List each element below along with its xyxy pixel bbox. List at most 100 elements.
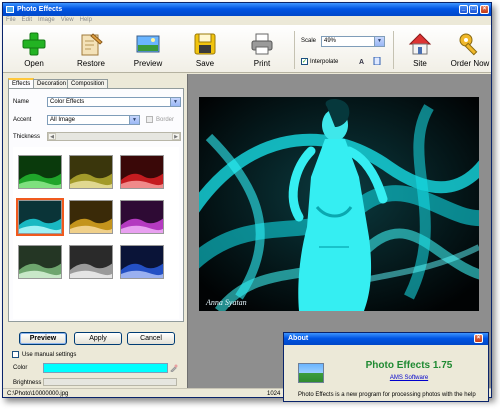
preset-thumbnail-orange[interactable] (69, 200, 113, 234)
save-button[interactable]: Save (179, 29, 231, 71)
name-label: Name (13, 99, 30, 105)
site-button[interactable]: Site (394, 29, 446, 71)
maximize-button[interactable]: □ (469, 5, 478, 14)
svg-text:A: A (359, 59, 364, 65)
chevron-down-icon[interactable]: ▼ (129, 116, 139, 124)
preview-effect-button[interactable]: Preview (19, 332, 67, 345)
menu-view[interactable]: View (58, 16, 77, 23)
print-label: Print (253, 59, 271, 68)
border-label: Border (156, 117, 175, 123)
about-title-bar[interactable]: About × (284, 333, 488, 345)
menu-file[interactable]: File (3, 16, 19, 23)
preset-image (70, 201, 112, 233)
preset-image (19, 201, 61, 233)
menu-edit[interactable]: Edit (19, 16, 35, 23)
effects-tab-body: Name Color Effects ▼ Accent All Image ▼ … (8, 88, 184, 322)
chevron-down-icon[interactable]: ▼ (170, 98, 180, 106)
border-checkbox[interactable] (146, 116, 153, 123)
about-title: About (288, 335, 309, 342)
title-bar[interactable]: Photo Effects _ □ × (3, 3, 491, 16)
minimize-button[interactable]: _ (459, 5, 468, 14)
app-icon (6, 6, 14, 13)
manual-settings-label: Use manual settings (22, 352, 77, 358)
preset-thumbnail-blue[interactable] (120, 245, 164, 279)
window-title: Photo Effects (17, 6, 63, 13)
text-style-icon[interactable]: A (359, 57, 367, 65)
preset-thumbnail-sage[interactable] (18, 245, 62, 279)
photo-preview[interactable]: Anna Syatan (199, 97, 479, 311)
manual-settings-checkbox[interactable] (12, 351, 19, 358)
open-label: Open (24, 59, 44, 68)
preset-thumbnail-purple[interactable] (120, 200, 164, 234)
landscape-image-icon (136, 35, 160, 53)
chevron-right-icon[interactable]: ▶ (172, 133, 180, 140)
scale-value: 49% (324, 38, 337, 44)
chevron-down-icon[interactable]: ▼ (374, 37, 384, 46)
effect-name-value: Color Effects (50, 99, 85, 105)
house-icon (408, 33, 432, 55)
photo-image (199, 97, 479, 311)
eyedropper-icon[interactable] (170, 364, 178, 372)
scale-label: Scale (301, 38, 317, 44)
brightness-slider[interactable] (43, 378, 177, 386)
color-label: Color (13, 365, 28, 371)
preset-image (70, 156, 112, 188)
document-icon[interactable] (373, 57, 381, 65)
preset-image (121, 201, 163, 233)
effect-presets-grid (13, 147, 179, 319)
site-label: Site (413, 59, 427, 68)
apply-button[interactable]: Apply (74, 332, 122, 345)
accent-value: All Image (50, 117, 76, 123)
photo-caption: Anna Syatan (206, 298, 247, 307)
floppy-disk-icon (194, 33, 216, 55)
accent-label: Accent (13, 117, 32, 123)
preview-label: Preview (133, 59, 163, 68)
preset-thumbnail-red[interactable] (120, 155, 164, 189)
effect-name-dropdown[interactable]: Color Effects ▼ (47, 97, 181, 107)
color-swatch[interactable] (43, 363, 168, 373)
preset-thumbnail-gray[interactable] (69, 245, 113, 279)
close-button[interactable]: × (480, 5, 489, 14)
preset-image (19, 156, 61, 188)
about-description: Photo Effects is a new program for proce… (298, 392, 476, 398)
preset-image (121, 156, 163, 188)
chevron-left-icon[interactable]: ◀ (48, 133, 56, 140)
save-label: Save (195, 59, 215, 68)
ams-software-link[interactable]: AMS Software (334, 375, 484, 381)
menu-help[interactable]: Help (77, 16, 95, 23)
order-now-label: Order Now (450, 59, 490, 68)
plus-icon (22, 32, 46, 56)
interpolate-checkbox[interactable]: ✓ (301, 58, 308, 65)
toolbar-separator (294, 31, 295, 69)
settings-panel: Effects Decoration Composition Name Colo… (5, 74, 186, 388)
menu-image[interactable]: Image (35, 16, 58, 23)
interpolate-label: Interpolate (310, 59, 339, 65)
about-heading: Photo Effects 1.75 (365, 360, 453, 371)
restore-label: Restore (76, 59, 105, 68)
landscape-image-icon (298, 363, 324, 383)
preset-thumbnail-green[interactable] (18, 155, 62, 189)
thickness-label: Thickness (13, 134, 41, 140)
preset-thumbnail-olive[interactable] (69, 155, 113, 189)
thickness-slider[interactable]: ◀ ▶ (47, 132, 181, 141)
about-close-button[interactable]: × (474, 334, 483, 343)
preset-thumbnail-cyan[interactable] (16, 198, 64, 236)
brightness-label: Brightness (13, 380, 42, 386)
toolbar: Open Restore Preview Save Print Scale 49… (3, 25, 491, 73)
cancel-button[interactable]: Cancel (127, 332, 175, 345)
about-dialog: About × Photo Effects 1.75 AMS Software … (283, 332, 489, 402)
order-now-button[interactable]: Order Now (447, 29, 491, 71)
print-button[interactable]: Print (236, 29, 288, 71)
accent-dropdown[interactable]: All Image ▼ (47, 115, 140, 125)
restore-icon (81, 33, 103, 56)
restore-button[interactable]: Restore (65, 29, 117, 71)
open-button[interactable]: Open (8, 29, 60, 71)
scale-dropdown[interactable]: 49% ▼ (321, 36, 385, 47)
preview-button[interactable]: Preview (122, 29, 174, 71)
preset-image (70, 246, 112, 278)
key-icon (459, 33, 478, 56)
preset-image (121, 246, 163, 278)
tab-decoration[interactable]: Decoration (33, 79, 71, 88)
tab-composition[interactable]: Composition (67, 79, 109, 88)
printer-icon (251, 33, 273, 55)
